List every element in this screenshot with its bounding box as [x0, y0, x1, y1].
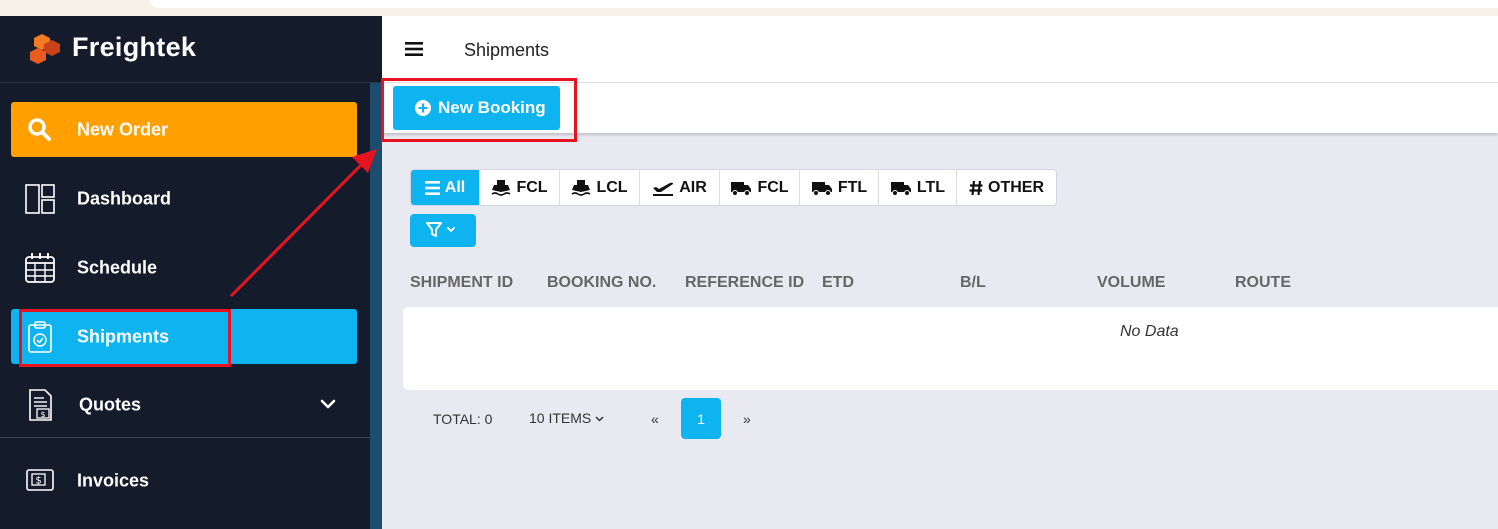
brand: Freightek [0, 16, 382, 83]
tab-fcl-sea[interactable]: FCL [480, 170, 560, 205]
tab-label: OTHER [988, 178, 1044, 196]
sidebar-item-label: Dashboard [77, 188, 172, 208]
tab-label: All [444, 178, 466, 196]
chevron-down-icon [595, 416, 604, 422]
sidebar-item-dashboard[interactable]: Dashboard [11, 171, 357, 226]
tab-label: AIR [679, 178, 707, 196]
tab-ltl[interactable]: LTL [879, 170, 957, 205]
column-header-booking-no[interactable]: BOOKING NO. [547, 274, 656, 292]
column-header-bl[interactable]: B/L [960, 274, 986, 292]
page-title: Shipments [464, 40, 550, 60]
tab-label: FTL [837, 178, 868, 196]
calendar-icon [25, 252, 55, 283]
sidebar-item-new-order[interactable]: New Order [11, 102, 357, 157]
prev-page-button[interactable]: « [651, 411, 659, 427]
page-size-label: 10 ITEMS [529, 410, 592, 426]
dashboard-icon [25, 183, 55, 214]
tab-label: LCL [596, 178, 628, 196]
tab-fcl-truck[interactable]: FCL [720, 170, 800, 205]
sidebar-scrollbar[interactable] [370, 83, 382, 529]
list-icon [424, 180, 440, 195]
annotation-highlight-new-booking [381, 78, 577, 142]
tab-all[interactable]: All [411, 170, 480, 205]
column-header-reference-id[interactable]: REFERENCE ID [685, 274, 804, 292]
shipment-type-tabs: All FCL LCL AIR FCL FTL LTL OTHER [410, 169, 1057, 206]
table-header: SHIPMENT ID BOOKING NO. REFERENCE ID ETD… [410, 270, 1498, 296]
annotation-highlight-shipments [19, 309, 231, 367]
truck-icon [731, 181, 752, 196]
truck-icon [811, 181, 832, 196]
table-body: No Data [403, 307, 1498, 390]
hash-icon [969, 180, 983, 195]
ship-icon [491, 179, 511, 196]
tab-lcl[interactable]: LCL [560, 170, 640, 205]
sidebar-item-label: Invoices [77, 470, 150, 490]
page-number-button[interactable]: 1 [681, 398, 721, 439]
filter-dropdown-button[interactable] [410, 214, 476, 247]
sidebar-item-label: New Order [77, 119, 169, 139]
hamburger-menu-icon[interactable] [405, 42, 423, 56]
column-header-route[interactable]: ROUTE [1235, 274, 1291, 292]
tab-label: FCL [757, 178, 789, 196]
tab-label: FCL [516, 178, 548, 196]
page-size-select[interactable]: 10 ITEMS [529, 410, 604, 426]
total-count: TOTAL: 0 [433, 411, 493, 427]
next-page-button[interactable]: » [743, 411, 751, 427]
truck-icon [890, 181, 911, 196]
sidebar-item-invoices[interactable]: $ Invoices [11, 453, 357, 508]
brand-name: Freightek [72, 32, 197, 62]
search-icon [28, 117, 51, 141]
invoice-dollar-icon: $ [26, 468, 54, 491]
ship-icon [571, 179, 591, 196]
tab-air[interactable]: AIR [640, 170, 720, 205]
freightek-logo-icon [30, 34, 60, 64]
plane-departure-icon [653, 182, 674, 196]
pagination: TOTAL: 0 10 ITEMS « 1 » [0, 398, 1498, 440]
address-bar [150, 0, 1498, 8]
sidebar: Freightek New Order Dashboard Schedule S… [0, 16, 382, 529]
column-header-shipment-id[interactable]: SHIPMENT ID [410, 274, 513, 292]
empty-state-text: No Data [1120, 323, 1179, 340]
svg-text:$: $ [35, 475, 41, 486]
tab-other[interactable]: OTHER [957, 170, 1056, 205]
column-header-volume[interactable]: VOLUME [1097, 274, 1165, 292]
browser-strip [0, 0, 1498, 16]
tab-ftl[interactable]: FTL [800, 170, 879, 205]
tab-label: LTL [916, 178, 946, 196]
sidebar-item-label: Schedule [77, 257, 158, 277]
filter-icon [426, 222, 455, 237]
top-header: Shipments [382, 16, 1498, 83]
sidebar-item-schedule[interactable]: Schedule [11, 240, 357, 295]
column-header-etd[interactable]: ETD [822, 274, 854, 292]
